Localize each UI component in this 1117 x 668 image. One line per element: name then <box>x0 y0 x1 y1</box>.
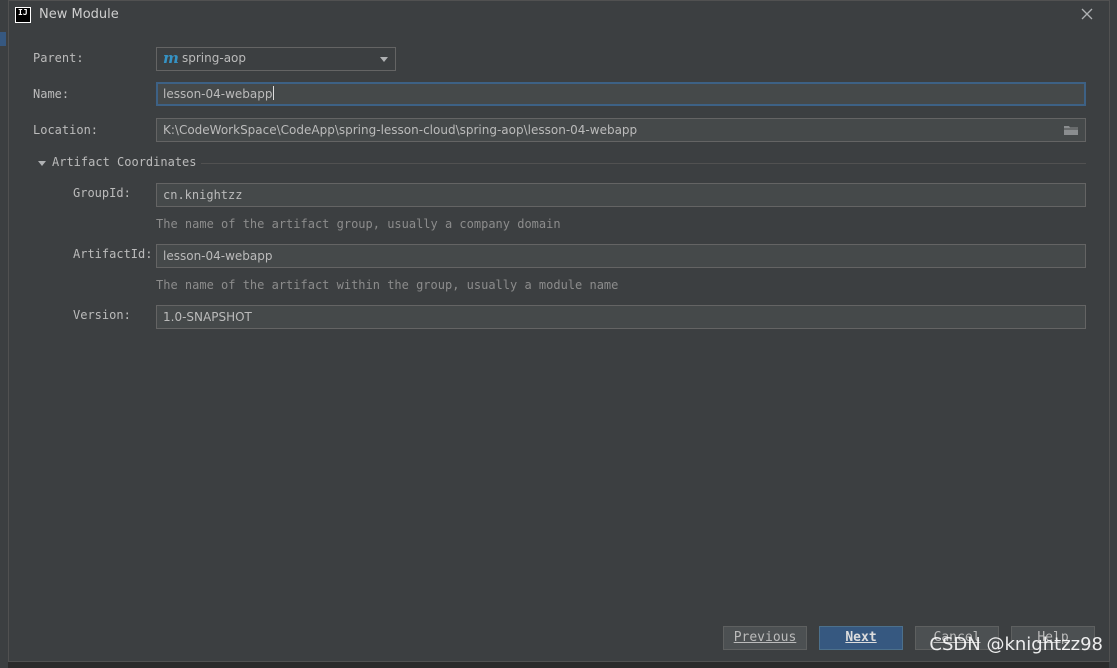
location-label: Location: <box>33 123 99 137</box>
dialog-title: New Module <box>39 7 119 22</box>
name-value: lesson-04-webapp <box>163 87 273 101</box>
version-label: Version: <box>73 308 131 322</box>
next-button[interactable]: Next <box>819 626 903 650</box>
artifactid-hint: The name of the artifact within the grou… <box>156 278 619 292</box>
dialog-titlebar: IJ New Module <box>9 1 1109 29</box>
artifact-coordinates-title: Artifact Coordinates <box>52 155 197 169</box>
csdn-watermark: CSDN @knightzz98 <box>929 634 1103 655</box>
maven-module-icon: m <box>163 49 179 67</box>
artifactid-label: ArtifactId: <box>73 247 153 261</box>
location-input[interactable]: K:\CodeWorkSpace\CodeApp\spring-lesson-c… <box>156 118 1086 142</box>
previous-button[interactable]: Previous <box>723 626 807 650</box>
groupid-label: GroupId: <box>73 186 131 200</box>
parent-value: spring-aop <box>182 51 247 65</box>
chevron-down-icon <box>380 57 388 62</box>
name-input[interactable]: lesson-04-webapp <box>156 82 1086 106</box>
groupid-hint: The name of the artifact group, usually … <box>156 217 561 231</box>
new-module-dialog: IJ New Module Parent: m spring-aop Name:… <box>8 0 1110 662</box>
groupid-input[interactable]: cn.knightzz <box>156 183 1086 207</box>
close-icon[interactable] <box>1079 6 1095 22</box>
collapse-triangle-icon <box>38 161 46 166</box>
background-ide-accent <box>0 32 6 46</box>
background-ide-right <box>1109 0 1117 668</box>
name-label: Name: <box>33 87 70 101</box>
background-ide-left <box>0 0 8 668</box>
parent-label: Parent: <box>33 51 84 65</box>
section-divider <box>201 163 1086 164</box>
version-input[interactable]: 1.0-SNAPSHOT <box>156 305 1086 329</box>
artifactid-input[interactable]: lesson-04-webapp <box>156 244 1086 268</box>
intellij-icon: IJ <box>15 7 31 23</box>
folder-icon[interactable] <box>1063 124 1079 136</box>
location-value: K:\CodeWorkSpace\CodeApp\spring-lesson-c… <box>163 123 638 137</box>
parent-dropdown[interactable]: m spring-aop <box>156 47 396 71</box>
text-caret <box>272 86 274 100</box>
